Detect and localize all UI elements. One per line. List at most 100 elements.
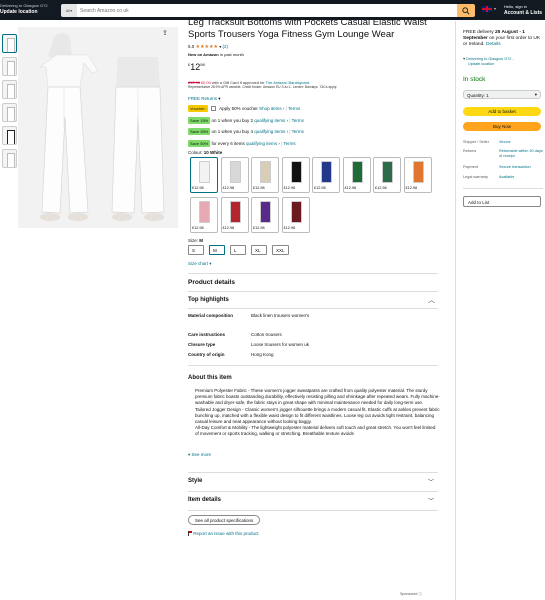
colour-swatch[interactable]: £12.98 (220, 197, 249, 233)
account-and-lists[interactable]: Hello, sign in Account & Lists (504, 4, 542, 16)
promo-badge: Save 15% (188, 117, 211, 124)
size-chart-link[interactable]: Size chart (188, 261, 208, 266)
chevron-down-icon[interactable]: ﹀ (428, 496, 434, 505)
info-key: Returns (463, 149, 477, 153)
colour-swatch[interactable]: £12.98 (251, 157, 279, 193)
thumbnail-3[interactable] (2, 80, 17, 99)
colour-value: 10 White (203, 150, 223, 155)
colour-swatch[interactable]: £12.98 (281, 157, 310, 193)
qualifying-items-link[interactable]: qualifying items (246, 141, 277, 146)
chevron-up-icon[interactable]: ︿ (428, 295, 435, 305)
see-more-link[interactable]: See more (192, 452, 212, 457)
shop-items-link[interactable]: Shop items (259, 106, 282, 111)
colour-swatch[interactable]: £12.98 (190, 197, 218, 233)
payment-link[interactable]: Secure transaction (499, 165, 543, 170)
search-category-dropdown[interactable]: All ▾ (61, 4, 77, 17)
terms-link[interactable]: Terms (288, 106, 300, 111)
swatch-image (229, 201, 241, 223)
colour-row: Colour: 10 White (188, 150, 222, 155)
thumbnail-6[interactable] (2, 149, 17, 168)
buy-now-button[interactable]: Buy Now (463, 122, 541, 131)
colour-swatch[interactable]: £12.98 (373, 157, 401, 193)
thumbnail-2[interactable] (2, 57, 17, 76)
colour-swatch[interactable]: £12.98 (342, 157, 371, 193)
voucher-checkbox[interactable] (211, 106, 217, 112)
qualifying-items-link[interactable]: qualifying items (254, 129, 285, 134)
free-returns-link[interactable]: FREE Returns (188, 96, 217, 101)
rating-count-link[interactable]: (2) (223, 44, 229, 49)
divider (188, 308, 438, 309)
new-on-amazon-label: New on Amazon (188, 52, 219, 57)
swatch-price: £12.98 (253, 186, 265, 190)
deliver-to-location[interactable]: Delivering to Glasgow G72 Update locatio… (0, 3, 48, 15)
size-option-s[interactable]: S (188, 245, 204, 255)
chevron-down-icon[interactable]: ﹀ (428, 477, 434, 486)
search-input[interactable] (77, 4, 457, 17)
colour-swatch[interactable]: £12.98 (281, 197, 310, 233)
promo-row-1: Save 15% on 1 when you buy 2 qualifying … (188, 117, 304, 124)
divider (463, 188, 543, 189)
swatch-price: £12.98 (222, 186, 235, 190)
swatch-image (260, 201, 271, 223)
swatch-image (199, 201, 210, 223)
warranty-link[interactable]: Available (499, 175, 543, 180)
thumbnail-5[interactable] (2, 126, 17, 145)
qualifying-items-link[interactable]: qualifying items (254, 118, 285, 123)
size-value: M (199, 238, 204, 243)
size-option-l[interactable]: L (230, 245, 246, 255)
top-highlights-heading[interactable]: Top highlights (188, 297, 229, 303)
colour-swatch[interactable]: £12.98 (403, 157, 432, 193)
report-issue-row: Report an issue with this product (188, 531, 259, 537)
size-option-xxl[interactable]: XXL (272, 245, 289, 255)
quantity-select[interactable]: Quantity: 1 ▾ (463, 90, 541, 99)
swatch-image (199, 161, 210, 183)
thumbnail-1[interactable] (2, 34, 17, 53)
location-line1: Delivering to Glasgow G72 - (466, 57, 514, 61)
main-product-image[interactable] (18, 27, 178, 228)
colour-swatch[interactable]: £12.98 (312, 157, 340, 193)
add-to-basket-button[interactable]: Add to basket (463, 107, 541, 116)
report-issue-link[interactable]: Report an issue with this product (193, 531, 258, 536)
voucher-row: Voucher: Apply 50% voucher Shop items › … (188, 105, 301, 112)
divider (188, 472, 438, 473)
seller-link[interactable]: Xinnnx (499, 140, 543, 145)
delivery-location[interactable]: ⌖ Delivering to Glasgow G72 - Update loc… (463, 57, 543, 66)
search-button[interactable] (457, 4, 475, 17)
thumbnail-4[interactable] (2, 103, 17, 122)
apr-text: Representative 28.9% APR variable. Credi… (188, 85, 338, 89)
promo-row-3: Save 50% for every 6 items qualifying it… (188, 140, 296, 147)
rating-stars-icon[interactable]: ★★★★★ (196, 44, 218, 50)
swatch-image (229, 161, 241, 183)
image-thumbnails (2, 34, 18, 172)
swatch-price: £12.98 (405, 186, 418, 190)
delivery-details-link[interactable]: Details (486, 42, 501, 47)
returns-link[interactable]: Returnable within 30 days of receipt (499, 149, 543, 158)
item-details-heading[interactable]: Item details (188, 497, 221, 503)
swatch-price: £12.98 (283, 226, 296, 230)
share-icon[interactable]: ⇪ (162, 30, 170, 38)
colour-swatch[interactable]: £12.98 (251, 197, 279, 233)
style-section-heading[interactable]: Style (188, 478, 202, 484)
product-photo (18, 27, 178, 228)
info-key: Payment (463, 165, 478, 169)
swatch-image (260, 161, 271, 183)
size-option-m[interactable]: M (209, 245, 225, 255)
terms-link[interactable]: Terms (283, 141, 295, 146)
quantity-value: Quantity: 1 (467, 93, 489, 98)
see-all-specs-button[interactable]: See all product specifications (188, 515, 261, 525)
colour-swatch[interactable]: £12.98 (190, 157, 218, 193)
terms-link[interactable]: Terms (292, 129, 304, 134)
list-item: Tailored Jogger Design - Classic women's… (195, 407, 440, 426)
chevron-down-icon: ▾ (218, 96, 221, 101)
search-icon (462, 6, 470, 15)
size-option-xl[interactable]: XL (251, 245, 267, 255)
colour-swatch[interactable]: £12.98 (220, 157, 249, 193)
see-more-row: ▾ See more (188, 452, 211, 458)
uk-flag-icon[interactable] (482, 6, 492, 12)
add-to-list-button[interactable]: Add to List (463, 196, 541, 207)
sponsored-label: Sponsored ⓘ (400, 592, 422, 597)
terms-link[interactable]: Terms (292, 118, 304, 123)
seller-row: Shipper / Seller Xinnnx (463, 140, 545, 145)
info-icon[interactable]: ⓘ (418, 592, 422, 596)
voucher-text: Apply 50% voucher (219, 106, 258, 111)
